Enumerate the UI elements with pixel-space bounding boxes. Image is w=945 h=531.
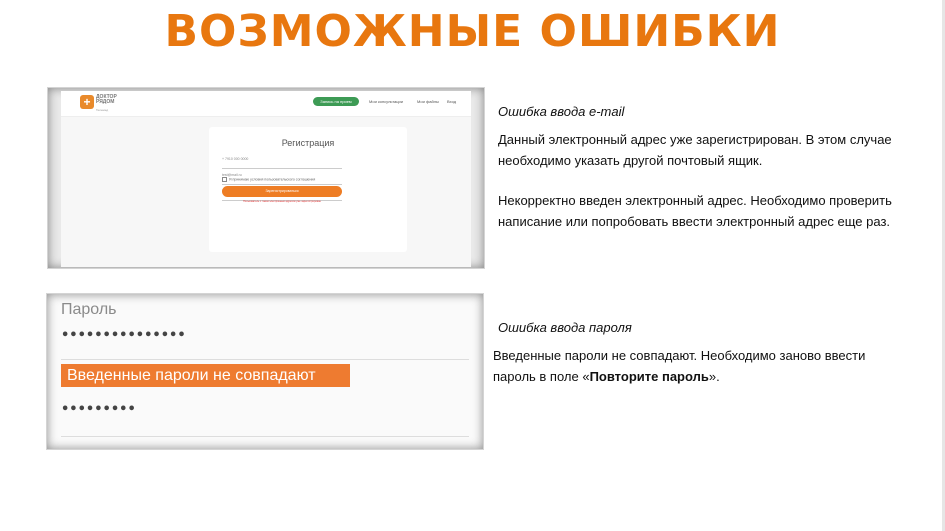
password-error-text-after: ». bbox=[708, 369, 720, 384]
terms-label: Я принимаю условия пользовательского сог… bbox=[229, 177, 316, 182]
email-error-paragraph-2: Некорректно введен электронный адрес. Не… bbox=[498, 193, 892, 229]
password-error-paragraph: Введенные пароли не совпадают. Необходим… bbox=[493, 345, 903, 387]
repeat-password-field-name: Повторите пароль bbox=[589, 369, 709, 384]
register-button[interactable]: Зарегистрироваться bbox=[222, 186, 342, 197]
email-error-paragraph-1: Данный электронный адрес уже зарегистрир… bbox=[498, 132, 892, 168]
registration-card: Регистрация + 7910 000 0000 test@mail.ru… bbox=[209, 127, 407, 252]
password-screenshot: Пароль ••••••••••••••• Введенные пароли … bbox=[46, 293, 484, 450]
repeat-password-underline bbox=[61, 436, 469, 437]
password-mismatch-error: Введенные пароли не совпадают bbox=[61, 364, 350, 387]
logo-text: ДОКТОР РЯДОМ bbox=[96, 94, 117, 105]
nav-item-login[interactable]: Вход bbox=[447, 99, 456, 104]
logo-plus-icon: + bbox=[80, 95, 94, 109]
repeat-password-field[interactable]: ••••••••• bbox=[61, 402, 136, 417]
slide-title: ВОЗМОЖНЫЕ ОШИБКИ bbox=[164, 6, 781, 57]
password-field-underline bbox=[61, 359, 469, 360]
appointment-button[interactable]: Запись на прием bbox=[313, 97, 359, 106]
password-field[interactable]: ••••••••••••••• bbox=[61, 328, 186, 343]
nav-item-files[interactable]: Мои файлы bbox=[417, 99, 439, 104]
email-error-footnote: Пользователь с таким электронным адресом… bbox=[243, 200, 321, 203]
checkbox-icon[interactable] bbox=[222, 177, 227, 182]
password-error-heading: Ошибка ввода пароля bbox=[498, 320, 632, 335]
site-header: + ДОКТОР РЯДОМ Телемед Запись на прием М… bbox=[61, 91, 471, 117]
email-error-heading: Ошибка ввода e-mail bbox=[498, 104, 625, 119]
registration-screenshot: + ДОКТОР РЯДОМ Телемед Запись на прием М… bbox=[47, 87, 485, 269]
phone-field[interactable]: + 7910 000 0000 bbox=[222, 157, 342, 169]
logo-subtitle: Телемед bbox=[96, 108, 109, 112]
nav-item-consultations[interactable]: Мои консультации bbox=[369, 99, 403, 104]
password-label: Пароль bbox=[61, 301, 117, 318]
terms-checkbox[interactable]: Я принимаю условия пользовательского сог… bbox=[222, 177, 315, 182]
registration-page: + ДОКТОР РЯДОМ Телемед Запись на прием М… bbox=[61, 91, 471, 267]
registration-title: Регистрация bbox=[281, 138, 335, 148]
